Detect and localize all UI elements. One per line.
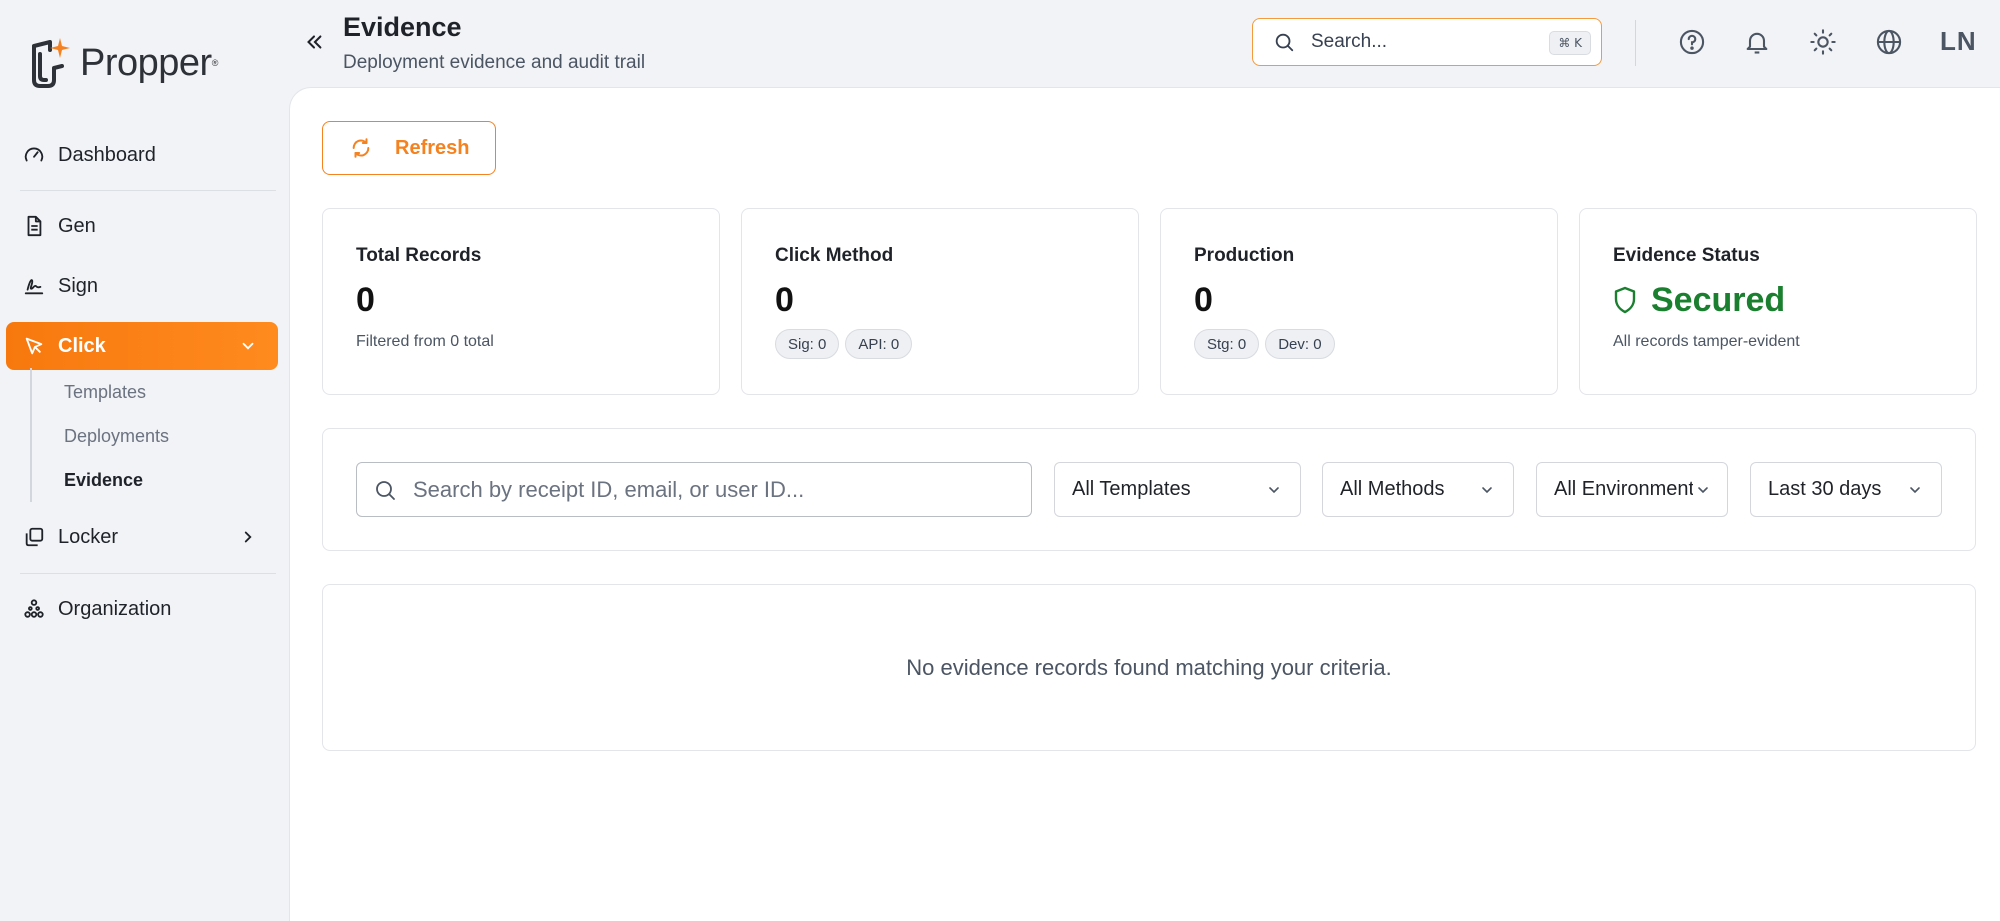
status-text: Secured: [1651, 281, 1786, 319]
chevron-down-icon: [1905, 480, 1925, 500]
sidebar-item-locker[interactable]: Locker: [6, 513, 278, 561]
stat-value: 0: [356, 281, 375, 319]
brand-trademark: ®: [211, 58, 219, 68]
sidebar-item-click[interactable]: Click: [6, 322, 278, 370]
select-value: Last 30 days: [1768, 478, 1882, 500]
sidebar-item-label: Click: [58, 334, 106, 357]
subnav-guide-line: [30, 368, 32, 502]
user-avatar[interactable]: LN: [1940, 26, 1977, 57]
chevron-down-icon: [1693, 480, 1713, 500]
chevron-down-icon: [1264, 480, 1284, 500]
collapse-sidebar-button[interactable]: [300, 28, 328, 56]
refresh-icon: [349, 136, 373, 160]
cursor-click-icon: [22, 334, 46, 358]
stat-value: 0: [775, 281, 794, 319]
empty-state-message: No evidence records found matching your …: [906, 654, 1392, 680]
sidebar-item-label: Dashboard: [58, 143, 156, 166]
sidebar-divider: [20, 573, 276, 574]
dev-count-badge: Dev: 0: [1265, 329, 1335, 359]
stat-card-total-records: Total Records 0 Filtered from 0 total: [322, 208, 720, 395]
search-icon: [1275, 33, 1294, 52]
sidebar-subitem-evidence[interactable]: Evidence: [64, 470, 143, 491]
stat-note: Filtered from 0 total: [356, 333, 494, 350]
template-filter-select[interactable]: All Templates: [1054, 462, 1301, 517]
sidebar-subitem-templates[interactable]: Templates: [64, 382, 146, 403]
propper-logo-icon: [32, 38, 70, 88]
stat-label: Click Method: [775, 245, 894, 266]
empty-state-card: No evidence records found matching your …: [322, 584, 1976, 751]
double-chevron-left-icon: [307, 35, 322, 49]
stat-note: All records tamper-evident: [1613, 333, 1800, 350]
brand-logo[interactable]: Propper ®: [28, 36, 218, 90]
sidebar-item-label: Organization: [58, 597, 172, 620]
theme-toggle-button[interactable]: [1807, 26, 1839, 58]
stat-card-production: Production 0 Stg: 0 Dev: 0: [1160, 208, 1558, 395]
stat-badges: Stg: 0 Dev: 0: [1194, 329, 1557, 359]
sidebar-item-organization[interactable]: Organization: [6, 585, 278, 633]
chevron-down-icon[interactable]: [236, 334, 260, 358]
sidebar-item-label: Gen: [58, 214, 96, 237]
language-button[interactable]: [1873, 26, 1905, 58]
signature-icon: [22, 274, 46, 298]
api-count-badge: API: 0: [845, 329, 913, 359]
sidebar-item-gen[interactable]: Gen: [6, 202, 278, 250]
sidebar-item-sign[interactable]: Sign: [6, 262, 278, 310]
gauge-icon: [22, 143, 46, 167]
stat-value: 0: [1194, 281, 1213, 319]
org-nodes-icon: [22, 597, 46, 621]
page-subtitle: Deployment evidence and audit trail: [343, 52, 646, 73]
evidence-status-value: Secured: [1613, 283, 1976, 317]
method-filter-select[interactable]: All Methods: [1322, 462, 1514, 517]
sidebar-subitem-deployments[interactable]: Deployments: [64, 426, 169, 447]
sidebar: Propper ® Dashboard Gen Sign Click Templa…: [0, 0, 288, 921]
stat-label: Production: [1194, 245, 1295, 266]
chevron-right-icon[interactable]: [236, 525, 260, 549]
sidebar-item-label: Sign: [58, 274, 99, 297]
document-icon: [22, 214, 46, 238]
refresh-button[interactable]: Refresh: [322, 121, 496, 175]
notifications-button[interactable]: [1741, 26, 1773, 58]
keyboard-shortcut-badge: ⌘ K: [1549, 31, 1591, 55]
stat-label: Evidence Status: [1613, 245, 1760, 266]
date-range-filter-select[interactable]: Last 30 days: [1750, 462, 1942, 517]
shield-icon: [1613, 285, 1639, 315]
brand-name: Propper: [80, 41, 212, 84]
global-search[interactable]: Search... ⌘ K: [1252, 18, 1602, 66]
refresh-label: Refresh: [395, 136, 470, 159]
sun-icon: [1810, 29, 1836, 55]
stat-card-evidence-status: Evidence Status Secured All records tamp…: [1579, 208, 1977, 395]
sig-count-badge: Sig: 0: [775, 329, 840, 359]
select-value: All Environments: [1554, 478, 1704, 500]
evidence-search-input[interactable]: Search by receipt ID, email, or user ID.…: [356, 462, 1032, 517]
chevron-down-icon: [1477, 480, 1497, 500]
stat-badges: Sig: 0 API: 0: [775, 329, 1138, 359]
copy-stack-icon: [22, 525, 46, 549]
staging-count-badge: Stg: 0: [1194, 329, 1260, 359]
select-value: All Templates: [1072, 478, 1191, 500]
globe-icon: [1876, 29, 1902, 55]
environment-filter-select[interactable]: All Environments: [1536, 462, 1728, 517]
sidebar-item-dashboard[interactable]: Dashboard: [6, 131, 278, 179]
stat-card-click-method: Click Method 0 Sig: 0 API: 0: [741, 208, 1139, 395]
help-circle-icon: [1679, 29, 1705, 55]
page-title: Evidence: [343, 12, 462, 42]
help-button[interactable]: [1676, 26, 1708, 58]
stat-label: Total Records: [356, 245, 482, 266]
sidebar-divider: [20, 190, 276, 191]
evidence-search-placeholder: Search by receipt ID, email, or user ID.…: [413, 476, 805, 502]
bell-icon: [1746, 32, 1768, 54]
header-divider: [1635, 20, 1636, 66]
global-search-placeholder: Search...: [1311, 31, 1388, 52]
search-icon: [376, 480, 395, 500]
select-value: All Methods: [1340, 478, 1445, 500]
sidebar-item-label: Locker: [58, 525, 119, 548]
